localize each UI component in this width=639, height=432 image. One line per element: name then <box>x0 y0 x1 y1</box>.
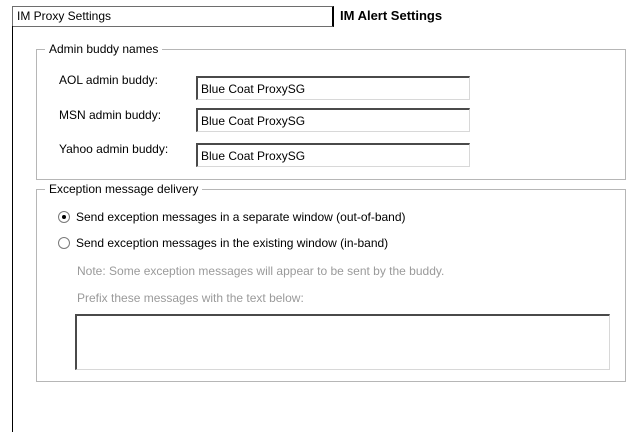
admin-buddy-names-group: Admin buddy names AOL admin buddy: MSN a… <box>36 41 626 180</box>
tab-im-alert-settings-label: IM Alert Settings <box>340 8 443 23</box>
radio-separate-window[interactable]: Send exception messages in a separate wi… <box>58 209 406 225</box>
radio-existing-window[interactable]: Send exception messages in the existing … <box>58 235 388 251</box>
radio-separate-window-button[interactable] <box>58 211 70 223</box>
tab-im-proxy-settings-label: IM Proxy Settings <box>17 9 112 23</box>
radio-existing-window-button[interactable] <box>58 237 70 249</box>
aol-admin-buddy-input[interactable] <box>196 76 470 100</box>
prefix-label: Prefix these messages with the text belo… <box>77 291 304 305</box>
exception-note: Note: Some exception messages will appea… <box>77 264 445 278</box>
aol-admin-buddy-label: AOL admin buddy: <box>59 73 158 87</box>
radio-separate-window-label: Send exception messages in a separate wi… <box>76 210 406 224</box>
exception-message-delivery-group: Exception message delivery Send exceptio… <box>36 181 626 382</box>
msn-admin-buddy-input[interactable] <box>196 108 470 132</box>
exception-message-delivery-title: Exception message delivery <box>45 181 203 197</box>
tab-im-alert-settings[interactable]: IM Alert Settings <box>334 6 639 27</box>
msn-admin-buddy-label: MSN admin buddy: <box>59 108 162 122</box>
tab-im-proxy-settings[interactable]: IM Proxy Settings <box>12 6 334 27</box>
prefix-text-area[interactable] <box>75 314 610 370</box>
yahoo-admin-buddy-label: Yahoo admin buddy: <box>59 142 169 156</box>
radio-existing-window-label: Send exception messages in the existing … <box>76 236 389 250</box>
admin-buddy-names-title: Admin buddy names <box>45 41 163 57</box>
yahoo-admin-buddy-input[interactable] <box>196 143 470 167</box>
tab-panel: Admin buddy names AOL admin buddy: MSN a… <box>12 26 639 432</box>
